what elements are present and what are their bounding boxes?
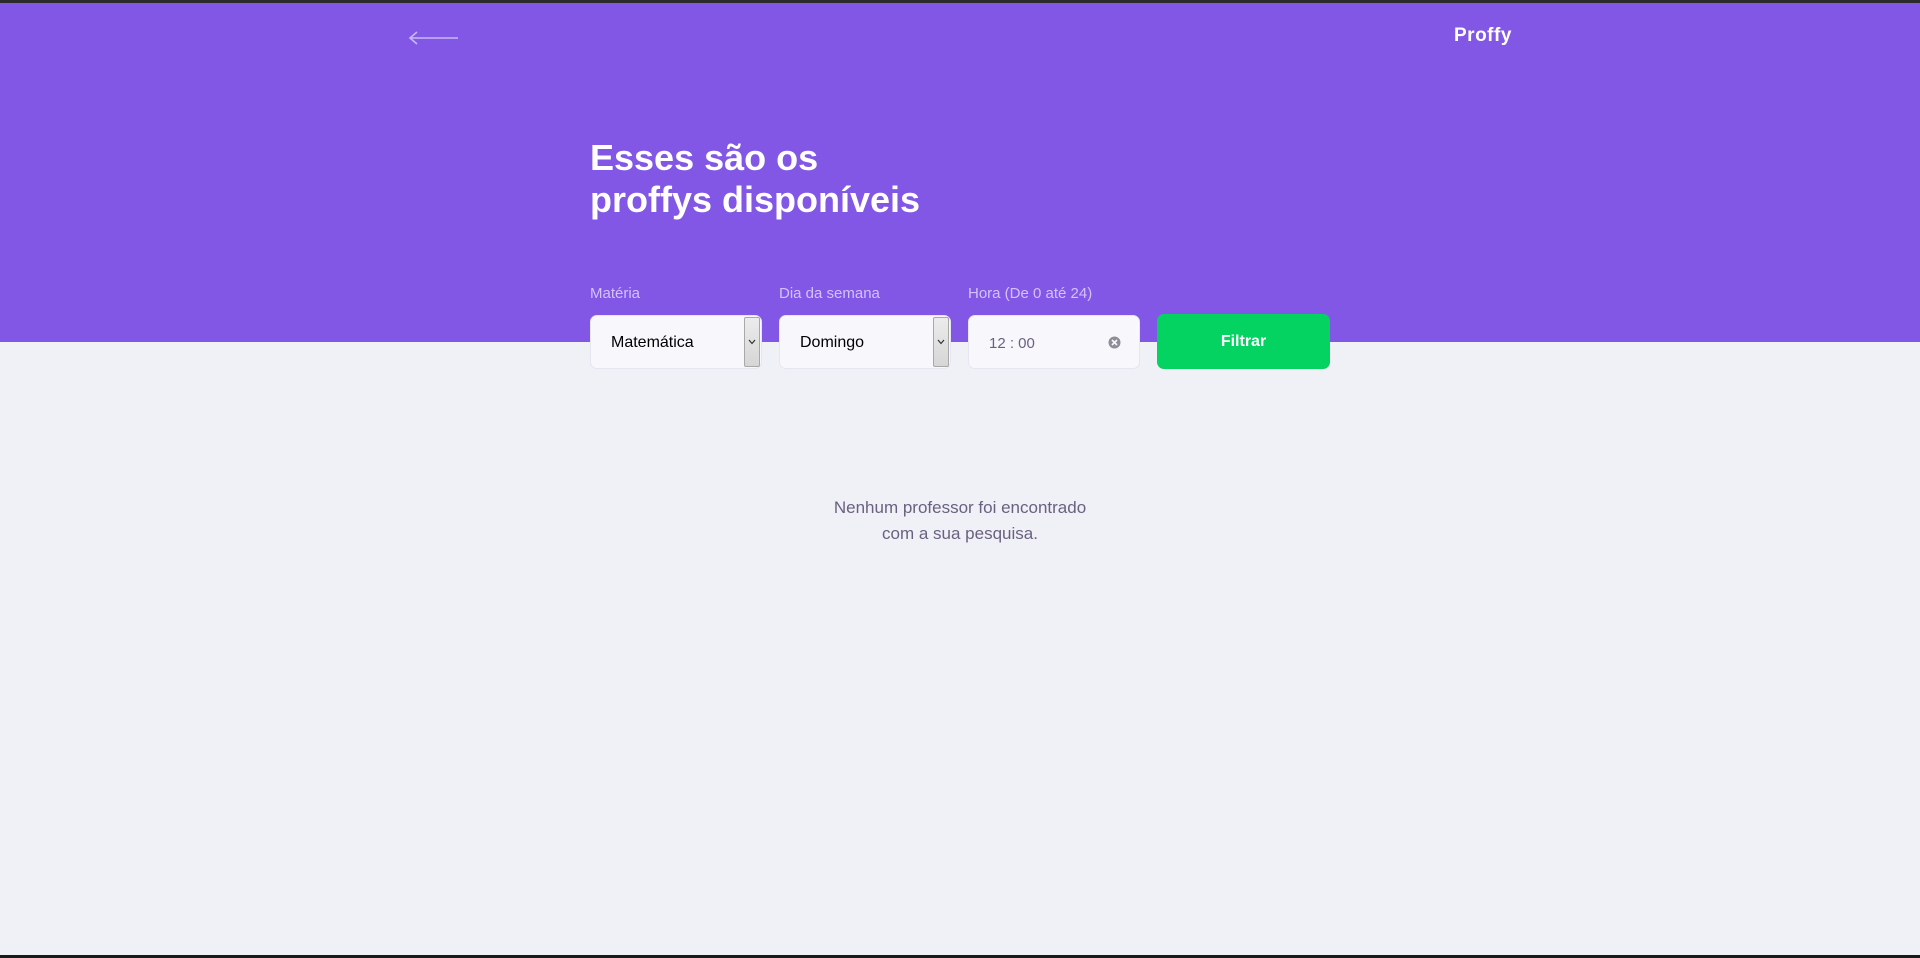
time-label: Hora (De 0 até 24) [968,285,1093,302]
logo: Proffy [1454,25,1512,46]
empty-results-line-2: com a sua pesquisa. [882,524,1038,543]
page-title-line-2: proffys disponíveis [590,179,921,220]
arrow-left-icon [408,31,458,45]
empty-results-message: Nenhum professor foi encontrado com a su… [760,495,1160,547]
filter-button[interactable]: Filtrar [1157,314,1330,369]
page-title: Esses são os proffys disponíveis [590,137,1090,221]
weekday-select[interactable]: Domingo [779,315,951,369]
subject-select-value: Matemática [611,334,694,351]
chevron-down-icon[interactable] [933,317,949,367]
clear-icon[interactable] [1108,336,1121,349]
empty-results-line-1: Nenhum professor foi encontrado [833,498,1087,517]
page-title-line-1: Esses são os [590,137,819,178]
time-input[interactable]: 12 : 00 [968,315,1140,369]
chevron-down-icon[interactable] [744,317,760,367]
subject-label: Matéria [590,285,641,302]
subject-select[interactable]: Matemática [590,315,762,369]
weekday-select-value: Domingo [800,334,865,351]
weekday-label: Dia da semana [779,285,880,302]
time-input-value: 12 : 00 [989,335,1035,352]
back-button[interactable] [408,23,460,53]
page-header: Proffy Esses são os proffys disponíveis [0,3,1920,342]
